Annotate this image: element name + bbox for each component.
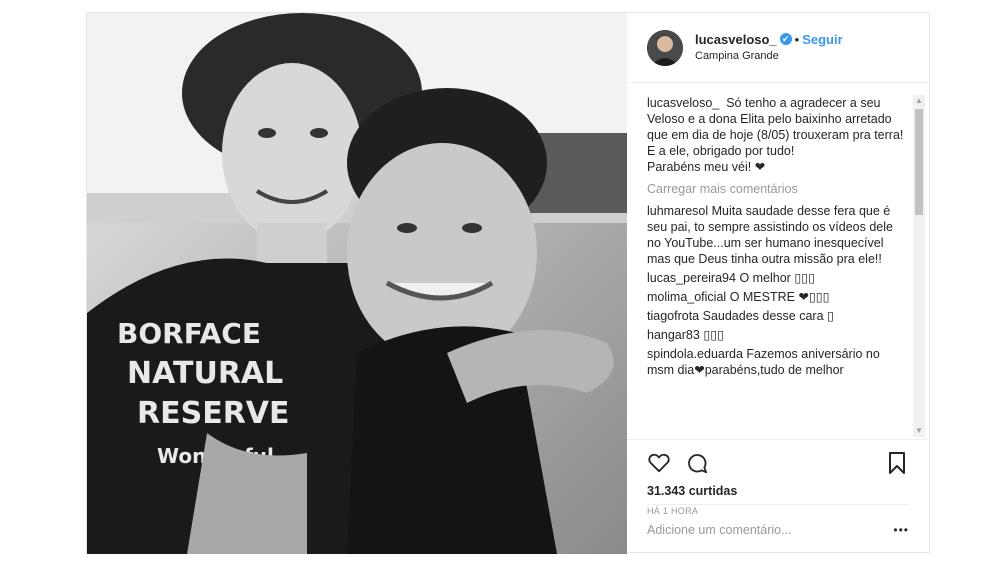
comment-username[interactable]: molima_oficial	[647, 290, 726, 304]
add-comment-bar: Adicione um comentário... •••	[647, 504, 909, 554]
comments-list[interactable]: lucasveloso_ Só tenho a agradecer a seu …	[647, 95, 909, 425]
location-link[interactable]: Campina Grande	[695, 48, 843, 65]
caption: lucasveloso_ Só tenho a agradecer a seu …	[647, 95, 909, 175]
verified-icon: ✔	[779, 33, 792, 46]
avatar[interactable]	[647, 29, 683, 66]
scrollbar-thumb[interactable]	[915, 109, 923, 215]
comment-username[interactable]: luhmaresol	[647, 204, 708, 218]
likes-count[interactable]: 31.343 curtidas	[647, 484, 909, 498]
comment-username[interactable]: tiagofrota	[647, 309, 699, 323]
comment-text: Saudades desse cara ▯	[702, 309, 834, 323]
svg-text:BORFACE: BORFACE	[117, 317, 261, 350]
list-item: tiagofrota Saudades desse cara ▯	[647, 308, 909, 324]
list-item: spindola.eduarda Fazemos aniversário no …	[647, 346, 909, 378]
scroll-down-arrow-icon[interactable]: ▼	[913, 425, 925, 437]
comment-input[interactable]: Adicione um comentário...	[647, 523, 792, 537]
comment-username[interactable]: lucas_pereira94	[647, 271, 736, 285]
post-photo[interactable]: BORFACE NATURAL RESERVE Wonderful	[87, 13, 627, 554]
comment-username[interactable]: hangar83	[647, 328, 700, 342]
scroll-up-arrow-icon[interactable]: ▲	[913, 95, 925, 107]
comment-icon[interactable]	[685, 451, 709, 475]
photo-illustration: BORFACE NATURAL RESERVE Wonderful	[87, 13, 627, 554]
load-more-comments-button[interactable]: Carregar mais comentários	[647, 181, 909, 197]
follow-button[interactable]: Seguir	[802, 32, 842, 47]
more-options-icon[interactable]: •••	[893, 523, 909, 537]
post-header: lucasveloso_ ✔ • Seguir Campina Grande	[627, 13, 929, 83]
svg-text:NATURAL: NATURAL	[127, 356, 283, 391]
comment-username[interactable]: spindola.eduarda	[647, 347, 743, 361]
instagram-post: BORFACE NATURAL RESERVE Wonderful	[86, 12, 930, 554]
comment-text: O melhor ▯▯▯	[739, 271, 815, 285]
bookmark-icon[interactable]	[885, 451, 909, 475]
caption-text-2: Parabéns meu véi! ❤	[647, 160, 766, 174]
list-item: hangar83 ▯▯▯	[647, 327, 909, 343]
comment-text: ▯▯▯	[703, 328, 724, 342]
list-item: luhmaresol Muita saudade desse fera que …	[647, 203, 909, 267]
comment-text: O MESTRE ❤▯▯▯	[729, 290, 830, 304]
list-item: molima_oficial O MESTRE ❤▯▯▯	[647, 289, 909, 305]
post-sidebar: lucasveloso_ ✔ • Seguir Campina Grande luca…	[627, 13, 929, 554]
separator-dot: •	[794, 31, 800, 47]
caption-username[interactable]: lucasveloso_	[647, 96, 719, 110]
svg-text:RESERVE: RESERVE	[137, 396, 290, 431]
list-item: lucas_pereira94 O melhor ▯▯▯	[647, 270, 909, 286]
comments-scrollbar[interactable]: ▲ ▼	[913, 95, 925, 437]
heart-icon[interactable]	[647, 451, 671, 475]
header-username[interactable]: lucasveloso_	[695, 32, 777, 47]
